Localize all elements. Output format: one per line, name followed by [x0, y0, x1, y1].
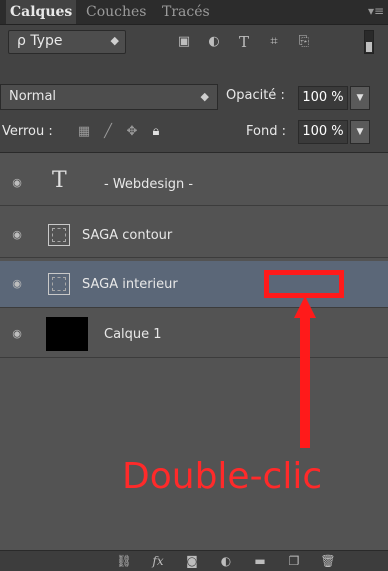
visibility-eye-icon[interactable]: ◉	[10, 176, 24, 190]
blend-row: Normal ◆ Opacité : 100 % ▼	[0, 84, 388, 114]
fx-icon[interactable]: fx	[150, 553, 166, 569]
filter-kind-select[interactable]: ρ Type ◆	[8, 30, 126, 54]
visibility-eye-icon[interactable]: ◉	[10, 327, 24, 341]
tab-calques[interactable]: Calques	[6, 0, 77, 24]
annotation-arrow-shaft	[300, 308, 310, 448]
layer-name: SAGA interieur	[82, 277, 178, 292]
layer-name: Calque 1	[104, 327, 162, 342]
adjustment-icon[interactable]: ◐	[218, 553, 234, 569]
layer-name: - Webdesign -	[104, 177, 194, 192]
folder-icon[interactable]: ▬	[252, 553, 268, 569]
layer-row-calque-1[interactable]: ◉ Calque 1	[0, 311, 388, 358]
link-icon[interactable]: ⛓︎	[116, 553, 132, 569]
panel-tab-bar: Calques Couches Tracés ▾≡	[0, 0, 388, 25]
lock-label: Verrou :	[2, 124, 53, 139]
blend-mode-value: Normal	[9, 89, 57, 104]
path-layer-icon	[48, 273, 70, 295]
lock-all-icon[interactable]: 🔒︎	[148, 124, 164, 140]
opacity-label: Opacité :	[226, 88, 285, 103]
path-layer-icon	[48, 224, 70, 246]
visibility-eye-icon[interactable]: ◉	[10, 277, 24, 291]
lock-pixels-icon[interactable]: ╱	[100, 124, 116, 140]
blend-mode-select[interactable]: Normal ◆	[0, 84, 218, 110]
lock-transparency-icon[interactable]: ▦	[76, 124, 92, 140]
updown-icon: ◆	[110, 34, 119, 47]
tab-traces[interactable]: Tracés	[162, 0, 210, 24]
updown-icon: ◆	[200, 90, 209, 103]
opacity-dropdown-button[interactable]: ▼	[350, 86, 370, 110]
filter-toggle[interactable]	[364, 30, 374, 54]
new-layer-icon[interactable]: ❐	[286, 553, 302, 569]
lock-position-icon[interactable]: ✥	[124, 124, 140, 140]
text-layer-icon: T	[52, 168, 67, 193]
bottom-toolbar: ⛓︎ fx ◙ ◐ ▬ ❐ 🗑︎	[0, 550, 388, 571]
text-filter-icon[interactable]: T	[236, 34, 252, 50]
trash-icon[interactable]: 🗑︎	[320, 553, 336, 569]
fill-value[interactable]: 100 %	[298, 120, 348, 144]
layer-row-saga-contour[interactable]: ◉ SAGA contour	[0, 213, 388, 258]
double-click-target-highlight	[264, 270, 344, 298]
lock-row: Verrou : ▦ ╱ ✥ 🔒︎ Fond : 100 % ▼	[0, 120, 388, 146]
visibility-eye-icon[interactable]: ◉	[10, 228, 24, 242]
adjustment-filter-icon[interactable]: ◐	[206, 34, 222, 50]
layer-name: SAGA contour	[82, 228, 173, 243]
fill-label: Fond :	[246, 124, 286, 139]
filter-kind-label: ρ Type	[17, 33, 63, 49]
layer-thumbnail	[46, 317, 88, 351]
mask-icon[interactable]: ◙	[184, 553, 200, 569]
fill-dropdown-button[interactable]: ▼	[350, 120, 370, 144]
image-filter-icon[interactable]: ▣	[176, 34, 192, 50]
annotation-label: Double-clic	[122, 456, 323, 497]
layer-row-webdesign[interactable]: ◉ T - Webdesign -	[0, 161, 388, 206]
layers-panel: Calques Couches Tracés ▾≡ ρ Type ◆ ▣ ◐ T…	[0, 0, 388, 571]
opacity-value[interactable]: 100 %	[298, 86, 348, 110]
shape-filter-icon[interactable]: ⌗	[266, 34, 282, 50]
filter-row: ρ Type ◆ ▣ ◐ T ⌗ ⎘	[0, 26, 388, 58]
panel-menu-icon[interactable]: ▾≡	[368, 4, 384, 18]
tab-couches[interactable]: Couches	[86, 0, 146, 24]
smart-object-filter-icon[interactable]: ⎘	[296, 34, 312, 50]
